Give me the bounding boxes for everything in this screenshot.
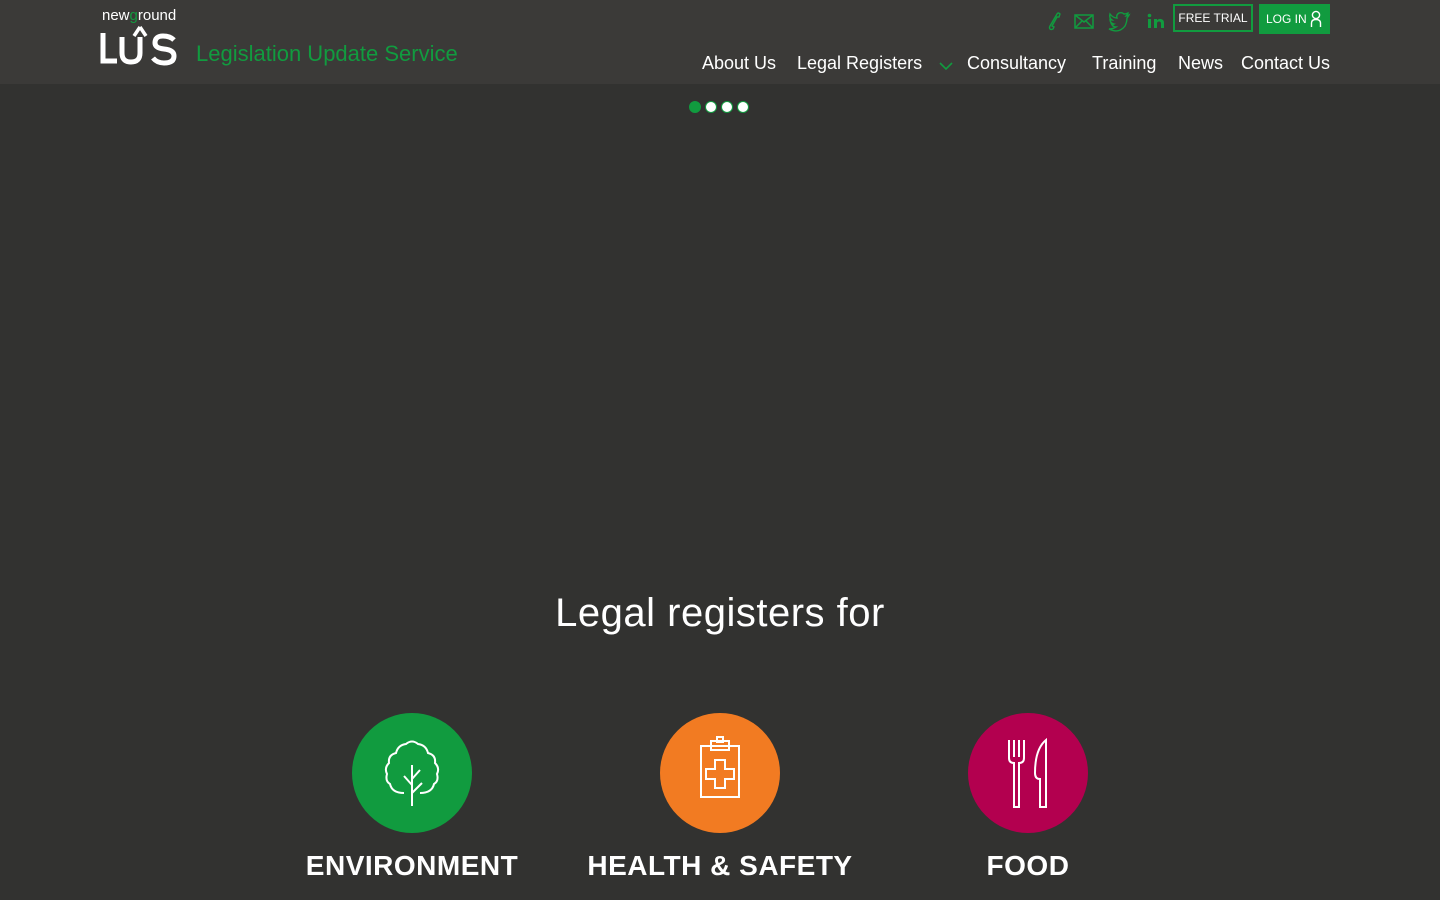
nav-consultancy[interactable]: Consultancy [967, 53, 1066, 74]
chevron-down-icon[interactable] [938, 61, 954, 71]
category-environment[interactable]: ENVIRONMENT [262, 713, 562, 882]
food-circle[interactable] [968, 713, 1088, 833]
email-icon[interactable] [1072, 9, 1096, 33]
nav-about-us[interactable]: About Us [702, 53, 776, 74]
category-health-safety[interactable]: HEALTH & SAFETY [570, 713, 870, 882]
logo-lus-mark [100, 26, 177, 66]
nav-contact-us[interactable]: Contact Us [1241, 53, 1330, 74]
site-header: newground Legislation Update Service FRE… [0, 0, 1440, 84]
phone-icon[interactable] [1042, 9, 1066, 33]
tree-icon [384, 740, 440, 806]
clipboard-cross-icon [700, 736, 740, 798]
fork-knife-icon [1008, 737, 1047, 808]
nav-legal-registers[interactable]: Legal Registers [797, 53, 922, 74]
slider-dot-1[interactable] [689, 101, 701, 113]
category-food[interactable]: FOOD [878, 713, 1178, 882]
nav-news[interactable]: News [1178, 53, 1223, 74]
food-label: FOOD [986, 850, 1070, 881]
slider-dot-2[interactable] [705, 101, 717, 113]
environment-circle[interactable] [352, 713, 472, 833]
user-icon [1310, 10, 1322, 27]
nav-training[interactable]: Training [1092, 53, 1156, 74]
slider-dot-3[interactable] [721, 101, 733, 113]
twitter-icon[interactable] [1107, 9, 1131, 33]
health-safety-circle[interactable] [660, 713, 780, 833]
log-in-label: LOG IN [1266, 12, 1307, 26]
site-tagline: Legislation Update Service [196, 41, 458, 66]
slider-dot-4[interactable] [737, 101, 749, 113]
linkedin-icon[interactable] [1144, 9, 1168, 33]
log-in-button[interactable]: LOG IN [1259, 4, 1330, 34]
health-safety-label: HEALTH & SAFETY [587, 850, 853, 881]
hero-title: Legal registers for [555, 591, 885, 635]
free-trial-button[interactable]: FREE TRIAL [1173, 4, 1253, 32]
logo[interactable]: newground [100, 7, 180, 67]
environment-label: ENVIRONMENT [305, 850, 519, 881]
logo-brand-text: newground [102, 7, 177, 24]
